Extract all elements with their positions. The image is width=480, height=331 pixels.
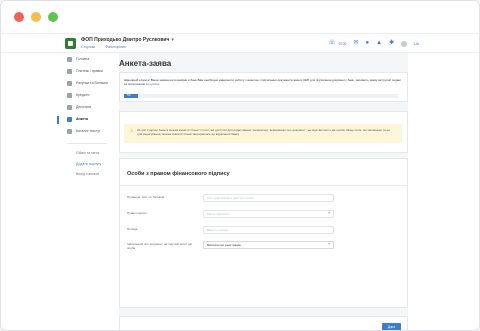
deposit-icon (67, 105, 72, 110)
warning-icon: ⚠ (130, 128, 134, 133)
form-row-full-name: Прізвище, ім'я, по батькові Але щодо вка… (127, 194, 397, 203)
top-actions: ☏ 0700 ✉ ● ▲ ✱ UA (328, 40, 419, 47)
phone-number[interactable]: 0700 (339, 42, 347, 46)
warning-text: За цієї сторінці Анкета можна змінити ті… (137, 128, 390, 137)
sidebar-item-exchange[interactable]: Обмін та мета (57, 148, 112, 159)
sidebar-item-label: Кредити (76, 93, 90, 97)
position-label: Посада (127, 227, 138, 231)
sidebar-item-label: Анкета (76, 117, 88, 121)
maximize-window-dot[interactable] (48, 12, 58, 22)
form-row-document: Інформація про документ, на підставі яко… (127, 241, 397, 250)
sidebar-item-label: Депозити (76, 105, 92, 109)
sidebar-item-deposits[interactable]: Депозити (57, 102, 112, 114)
avatar[interactable] (401, 40, 408, 47)
app-window: ФОП Приходько Дмитро Руслкович ▾ Сторінки… (0, 0, 480, 331)
accounts-link[interactable]: Фізосторінки (105, 45, 125, 49)
settings-icon[interactable]: ✱ (389, 40, 394, 47)
phone-icon[interactable]: ☏ (328, 40, 336, 47)
sidebar-item-catalog[interactable]: Каталог послуг (57, 126, 112, 138)
sidebar: Головна Платежі і правки Рахунки та Випи… (57, 54, 112, 180)
accounts-icon (67, 81, 72, 86)
progress-fill: 5% (124, 94, 138, 98)
payments-icon (67, 69, 72, 74)
form-row-position: Посада Введіть посаду (127, 226, 397, 235)
sidebar-item-exit[interactable]: Вихід з анкети (57, 169, 112, 180)
instruction-link[interactable]: Інструкція (146, 82, 160, 86)
form-row-signature-right: Право підпису Рівне підписати (127, 210, 397, 219)
sidebar-item-payments[interactable]: Платежі і правки (57, 66, 112, 78)
sidebar-item-home[interactable]: Головна (57, 54, 112, 66)
credit-icon (67, 93, 72, 98)
bank-icon[interactable]: ▲ (376, 40, 382, 47)
sidebar-divider (67, 143, 107, 144)
bank-logo-icon (65, 38, 76, 49)
info-text: Шановний клієнте! Ваша заявка на перевір… (124, 78, 401, 87)
minimize-window-dot[interactable] (31, 12, 41, 22)
close-window-dot[interactable] (14, 12, 24, 22)
info-message: Шановний клієнте! Ваша заявка на перевір… (124, 78, 401, 87)
full-name-input[interactable]: Але щодо вказати дані про особи (203, 194, 334, 202)
sidebar-item-accounts[interactable]: Рахунки та Виписки (57, 78, 112, 90)
window-chrome (1, 1, 479, 33)
main-content: Анкета-заява Шановний клієнте! Ваша заяв… (119, 53, 408, 330)
company-name: ФОП Приходько Дмитро Руслкович (81, 37, 170, 43)
sidebar-item-label: Головна (76, 57, 90, 61)
section-divider (120, 185, 407, 186)
signature-right-label: Право підпису (127, 211, 147, 215)
page-title: Анкета-заява (119, 59, 172, 68)
progress-bar: 5% (124, 94, 398, 98)
top-bar: ФОП Приходько Дмитро Руслкович ▾ Сторінки… (1, 33, 479, 53)
section-title: Особи з правом фінансового підпису (127, 171, 230, 177)
company-links: Сторінки Фізосторінки (81, 45, 126, 49)
chevron-down-icon: ▾ (171, 37, 174, 43)
chat-icon[interactable]: ✉ (353, 40, 358, 47)
warning-card: ⚠ За цієї сторінці Анкета можна змінити … (119, 111, 408, 153)
signature-right-select[interactable]: Рівне підписати (203, 210, 334, 218)
home-icon (67, 57, 72, 62)
sidebar-item-label: Каталог послуг (76, 129, 101, 133)
language-switch[interactable]: UA (414, 42, 419, 46)
full-name-label: Прізвище, ім'я, по батькові (127, 195, 165, 199)
sidebar-item-credits[interactable]: Кредити (57, 90, 112, 102)
document-icon (67, 117, 72, 122)
position-input[interactable]: Введіть посаду (203, 226, 334, 234)
company-selector[interactable]: ФОП Приходько Дмитро Руслкович ▾ (81, 37, 174, 43)
warning-box: ⚠ За цієї сторінці Анкета можна змінити … (124, 124, 402, 143)
document-label: Інформація про документ, на підставі яко… (127, 242, 192, 250)
signatories-card: Особи з правом фінансового підпису Прізв… (119, 158, 408, 308)
info-card: Шановний клієнте! Ваша заявка на перевір… (119, 72, 408, 102)
sidebar-item-label: Рахунки та Виписки (76, 81, 108, 85)
document-select[interactable]: Виписка про реєстрацію (203, 241, 334, 249)
next-button[interactable]: Далі (382, 323, 401, 330)
sidebar-item-label: Платежі і правки (76, 69, 103, 73)
sidebar-item-questionnaire[interactable]: Анкета (57, 114, 112, 126)
catalog-icon (67, 129, 72, 134)
actions-card: Далі (119, 316, 408, 330)
bell-icon[interactable]: ● (366, 40, 370, 47)
sidebar-item-add-service[interactable]: Додати послугу (57, 159, 112, 170)
pages-link[interactable]: Сторінки (81, 45, 95, 49)
